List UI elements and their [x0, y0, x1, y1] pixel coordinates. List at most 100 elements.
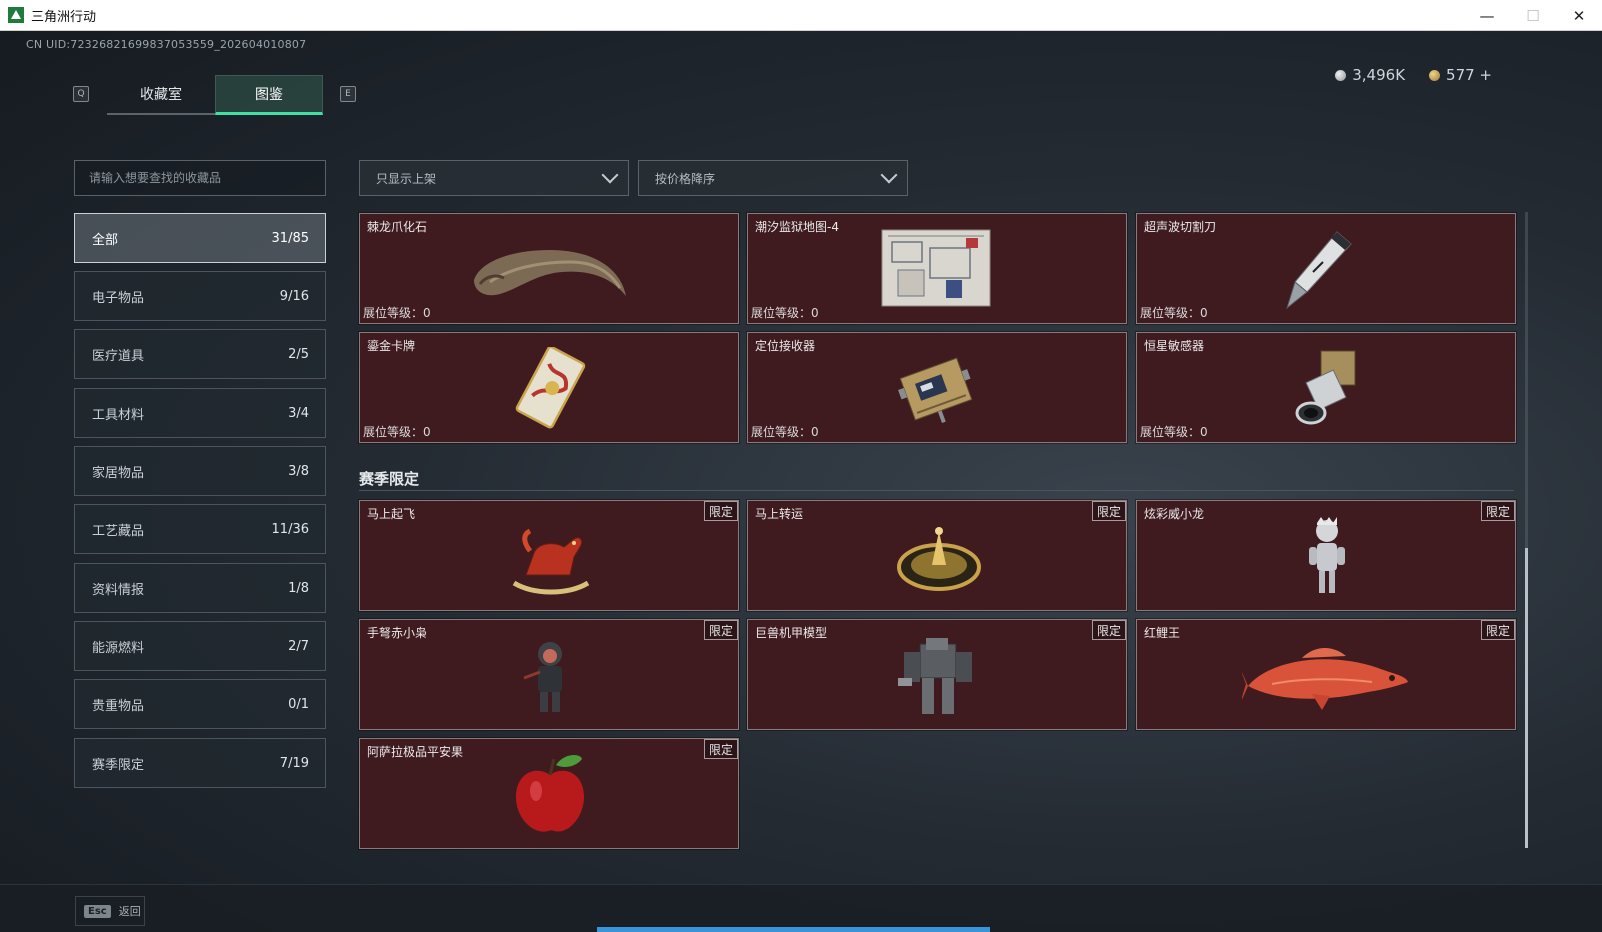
- limited-badge: 限定: [703, 739, 738, 759]
- category-count: 7/19: [279, 755, 309, 771]
- scrollbar-thumb[interactable]: [1525, 548, 1528, 848]
- category-count: 1/8: [288, 580, 309, 596]
- bottom-bar: [0, 884, 1602, 932]
- item-name: 手弩赤小枭: [367, 626, 428, 640]
- silver-coin-icon: [1335, 69, 1347, 81]
- silver-currency: 3,496K: [1335, 66, 1405, 84]
- display-level: 展位等级：0: [751, 306, 819, 320]
- season-item-card[interactable]: 马上转运 限定: [746, 499, 1128, 612]
- item-name: 定位接收器: [755, 339, 816, 353]
- star-sensor-icon: [1295, 350, 1356, 425]
- crossbow-figure-icon: [523, 642, 562, 712]
- category-valuables[interactable]: 贵重物品 0/1: [74, 679, 326, 729]
- back-button[interactable]: Esc 返回: [75, 896, 145, 926]
- gold-coin-icon: [1429, 69, 1441, 81]
- display-level: 展位等级：0: [1140, 425, 1208, 439]
- item-name: 棘龙爪化石: [367, 220, 428, 234]
- display-level: 展位等级：0: [363, 306, 431, 320]
- window-title: 三角洲行动: [31, 9, 97, 25]
- season-item-card[interactable]: 巨兽机甲模型 限定: [746, 618, 1128, 731]
- item-name: 超声波切割刀: [1144, 220, 1217, 234]
- season-item-card[interactable]: 炫彩威小龙 限定: [1135, 499, 1517, 612]
- item-card[interactable]: 定位接收器 展位等级：0: [746, 331, 1128, 444]
- claw-fossil-icon: [474, 250, 626, 296]
- limited-badge: 限定: [1091, 620, 1126, 640]
- season-item-card[interactable]: 马上起飞 限定: [358, 499, 740, 612]
- category-count: 2/5: [288, 346, 309, 362]
- limited-badge: 限定: [703, 501, 738, 521]
- category-all[interactable]: 全部 31/85: [74, 213, 326, 263]
- item-name: 马上转运: [755, 507, 804, 521]
- limited-badge: 限定: [1480, 501, 1515, 521]
- dragon-figure-icon: [1309, 517, 1345, 593]
- season-section-title: 赛季限定: [359, 470, 420, 488]
- mech-model-icon: [898, 638, 972, 714]
- item-name: 潮汐监狱地图-4: [755, 220, 839, 234]
- uid-label: CN UID:72326821699837053559_202604010807: [26, 38, 307, 51]
- sort-dropdown[interactable]: 按价格降序: [638, 160, 908, 196]
- category-household[interactable]: 家居物品 3/8: [74, 446, 326, 496]
- display-level: 展位等级：0: [1140, 306, 1208, 320]
- golden-wheel-icon: [897, 527, 981, 591]
- close-icon[interactable]: ✕: [1556, 0, 1602, 31]
- window-controls: — ☐ ✕: [1464, 0, 1602, 31]
- category-medical[interactable]: 医疗道具 2/5: [74, 329, 326, 379]
- category-intel[interactable]: 资料情报 1/8: [74, 563, 326, 613]
- map-icon: [881, 229, 991, 307]
- currency-display: 3,496K 577 +: [1335, 66, 1492, 84]
- item-name: 鎏金卡牌: [367, 339, 416, 353]
- gps-receiver-icon: [898, 357, 973, 424]
- app-logo-icon: [8, 7, 24, 23]
- category-label: 赛季限定: [92, 757, 145, 773]
- shelf-filter-value: 只显示上架: [376, 171, 437, 186]
- limited-badge: 限定: [1091, 501, 1126, 521]
- shelf-filter-dropdown[interactable]: 只显示上架: [359, 160, 629, 196]
- item-card[interactable]: 棘龙爪化石 展位等级：0: [358, 212, 740, 325]
- chevron-down-icon: [880, 166, 898, 184]
- gold-amount: 577 +: [1446, 66, 1492, 84]
- item-card[interactable]: 潮汐监狱地图-4 展位等级：0: [746, 212, 1128, 325]
- tab-catalog[interactable]: 图鉴: [215, 75, 323, 115]
- category-count: 3/4: [288, 405, 309, 421]
- search-input[interactable]: [74, 160, 326, 196]
- category-count: 0/1: [288, 696, 309, 712]
- category-label: 贵重物品: [92, 698, 145, 714]
- q-key-hint[interactable]: Q: [73, 86, 89, 102]
- category-crafts[interactable]: 工艺藏品 11/36: [74, 504, 326, 554]
- apple-icon: [516, 755, 584, 832]
- category-fuel[interactable]: 能源燃料 2/7: [74, 621, 326, 671]
- category-label: 电子物品: [92, 290, 145, 306]
- item-name: 红鲤王: [1144, 626, 1181, 640]
- category-label: 家居物品: [92, 465, 145, 481]
- ultrasonic-knife-icon: [1286, 231, 1352, 310]
- chevron-down-icon: [601, 166, 619, 184]
- item-card[interactable]: 超声波切割刀 展位等级：0: [1135, 212, 1517, 325]
- category-label: 工艺藏品: [92, 523, 145, 539]
- category-count: 3/8: [288, 463, 309, 479]
- minimize-icon[interactable]: —: [1464, 0, 1510, 31]
- red-carp-icon: [1242, 648, 1408, 710]
- category-count: 11/36: [271, 521, 309, 537]
- gilded-card-icon: [515, 347, 586, 429]
- item-card[interactable]: 恒星敏感器 展位等级：0: [1135, 331, 1517, 444]
- silver-amount: 3,496K: [1352, 66, 1406, 84]
- sort-value: 按价格降序: [655, 171, 716, 186]
- category-tools[interactable]: 工具材料 3/4: [74, 388, 326, 438]
- category-electronics[interactable]: 电子物品 9/16: [74, 271, 326, 321]
- season-item-card[interactable]: 阿萨拉极品平安果 限定: [358, 737, 740, 850]
- season-item-card[interactable]: 手弩赤小枭 限定: [358, 618, 740, 731]
- category-label: 全部: [92, 232, 119, 248]
- loading-progress-bar: [597, 927, 990, 932]
- item-card[interactable]: 鎏金卡牌 展位等级：0: [358, 331, 740, 444]
- tab-collection-room[interactable]: 收藏室: [107, 75, 215, 115]
- category-label: 医疗道具: [92, 348, 145, 364]
- limited-badge: 限定: [703, 620, 738, 640]
- category-season[interactable]: 赛季限定 7/19: [74, 738, 326, 788]
- e-key-hint[interactable]: E: [340, 86, 356, 102]
- item-name: 炫彩威小龙: [1144, 507, 1205, 521]
- gold-currency[interactable]: 577 +: [1429, 66, 1492, 84]
- season-item-card[interactable]: 红鲤王 限定: [1135, 618, 1517, 731]
- window-titlebar: 三角洲行动 — ☐ ✕: [0, 0, 1602, 31]
- maximize-icon[interactable]: ☐: [1510, 0, 1556, 31]
- section-divider: [359, 490, 1514, 491]
